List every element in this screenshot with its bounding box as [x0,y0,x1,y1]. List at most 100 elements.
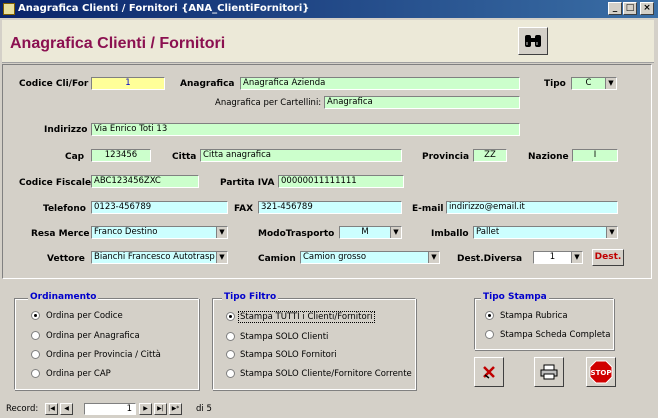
ordinamento-radio-1[interactable] [31,331,40,340]
modo-trasporto-value: M [361,227,369,237]
tipo-filtro-radio-1[interactable] [226,332,235,341]
vettore-select[interactable]: Bianchi Francesco Autotrasp ▼ [91,251,228,264]
cancel-print-button[interactable] [474,357,504,387]
next-record-button[interactable]: ▶ [139,403,152,415]
stop-label: STOP [591,369,612,377]
ordinamento-option-1[interactable]: Ordina per Anagrafica [46,331,140,341]
email-field[interactable]: indirizzo@email.it [446,201,618,214]
imballo-value: Pallet [476,227,500,237]
chevron-down-icon[interactable]: ▼ [606,227,617,238]
chevron-down-icon[interactable]: ▼ [428,252,439,263]
tipo-filtro-option-0[interactable]: Stampa TUTTI i Clienti/Fornitori [238,311,375,323]
imballo-select[interactable]: Pallet ▼ [473,226,618,239]
stop-sign-icon: STOP [589,360,613,384]
maximize-button[interactable]: □ [623,2,637,15]
telefono-field[interactable]: 0123-456789 [91,201,228,214]
codice-fiscale-label: Codice Fiscale [19,178,92,188]
tipo-stampa-title: Tipo Stampa [481,292,549,302]
codice-label: Codice Cli/For [19,79,89,89]
tipo-stampa-group [474,298,614,350]
find-binoculars-button[interactable] [518,27,548,55]
tipo-stampa-option-0[interactable]: Stampa Rubrica [500,311,568,321]
ordinamento-radio-2[interactable] [31,350,40,359]
codice-field[interactable]: 1 [91,77,165,90]
printer-icon [540,364,558,380]
cartellini-label: Anagrafica per Cartellini: [215,98,322,108]
chevron-down-icon[interactable]: ▼ [216,227,227,238]
modo-trasporto-select[interactable]: M ▼ [339,226,402,239]
nazione-label: Nazione [528,152,569,162]
vettore-label: Vettore [47,254,85,264]
tipo-select[interactable]: C ▼ [571,77,617,90]
camion-select[interactable]: Camion grosso ▼ [300,251,440,264]
anagrafica-field[interactable]: Anagrafica Azienda [240,77,520,90]
cap-field[interactable]: 123456 [91,149,151,162]
print-button[interactable] [534,357,564,387]
chevron-down-icon[interactable]: ▼ [571,252,582,263]
modo-trasporto-label: ModoTrasporto [258,229,335,239]
codice-fiscale-field[interactable]: ABC123456ZXC [91,175,199,188]
ordinamento-title: Ordinamento [28,292,99,302]
dest-diversa-value: 1 [549,252,556,262]
ordinamento-option-3[interactable]: Ordina per CAP [46,369,111,379]
tipo-stampa-option-1[interactable]: Stampa Scheda Completa [500,330,610,340]
tipo-filtro-title: Tipo Filtro [222,292,279,302]
chevron-down-icon[interactable]: ▼ [390,227,401,238]
citta-label: Citta [172,152,197,162]
camion-label: Camion [258,254,296,264]
record-label: Record: [6,404,39,414]
tipo-value: C [585,78,592,88]
tipo-filtro-radio-2[interactable] [226,350,235,359]
camion-value: Camion grosso [303,252,367,262]
last-record-button[interactable]: ▶| [154,403,167,415]
binoculars-icon [525,35,541,47]
window-title-bar[interactable]: Anagrafica Clienti / Fornitori {ANA_Clie… [0,0,658,18]
dest-button[interactable]: Dest. [592,249,624,266]
dest-diversa-label: Dest.Diversa [457,254,523,264]
app-form-icon [3,3,15,15]
tipo-filtro-option-2[interactable]: Stampa SOLO Fornitori [240,350,337,360]
tipo-label: Tipo [544,79,566,89]
close-button[interactable]: × [640,2,654,15]
tipo-stampa-radio-1[interactable] [485,330,494,339]
email-label: E-mail [412,204,444,214]
anagrafica-label: Anagrafica [180,79,235,89]
partita-iva-field[interactable]: 00000011111111 [278,175,404,188]
tipo-stampa-radio-0[interactable] [485,311,494,320]
chevron-down-icon[interactable]: ▼ [216,252,227,263]
partita-iva-label: Partita IVA [220,178,275,188]
tipo-filtro-radio-3[interactable] [226,369,235,378]
imballo-label: Imballo [431,229,469,239]
citta-field[interactable]: Citta anagrafica [200,149,402,162]
ordinamento-radio-0[interactable] [31,311,40,320]
ordinamento-radio-3[interactable] [31,369,40,378]
vettore-value: Bianchi Francesco Autotrasp [94,252,215,262]
tipo-filtro-option-1[interactable]: Stampa SOLO Clienti [240,332,328,342]
window-title: Anagrafica Clienti / Fornitori {ANA_Clie… [18,3,310,14]
chevron-down-icon[interactable]: ▼ [605,78,616,89]
record-number-input[interactable]: 1 [84,403,136,415]
telefono-label: Telefono [43,204,86,214]
record-total: di 5 [196,404,212,414]
nazione-field[interactable]: I [572,149,618,162]
ordinamento-option-0[interactable]: Ordina per Codice [46,311,123,321]
previous-record-button[interactable]: ◀ [60,403,73,415]
first-record-button[interactable]: |◀ [45,403,58,415]
tipo-filtro-option-3[interactable]: Stampa SOLO Cliente/Fornitore Corrente [240,369,412,379]
cartellini-field[interactable]: Anagrafica [324,96,520,109]
form-title: Anagrafica Clienti / Fornitori [10,35,226,52]
indirizzo-field[interactable]: Via Enrico Toti 13 [91,123,520,136]
new-record-button[interactable]: ▶* [169,403,182,415]
tipo-filtro-radio-0[interactable] [226,312,235,321]
fax-field[interactable]: 321-456789 [258,201,402,214]
provincia-label: Provincia [422,152,470,162]
cap-label: Cap [65,152,85,162]
resa-merce-label: Resa Merce [31,229,90,239]
fax-label: FAX [234,204,254,214]
ordinamento-option-2[interactable]: Ordina per Provincia / Città [46,350,161,360]
dest-diversa-select[interactable]: 1 ▼ [533,251,583,264]
stop-button[interactable]: STOP [586,357,616,387]
provincia-field[interactable]: ZZ [473,149,507,162]
minimize-button[interactable]: _ [608,2,622,15]
resa-merce-select[interactable]: Franco Destino ▼ [91,226,228,239]
